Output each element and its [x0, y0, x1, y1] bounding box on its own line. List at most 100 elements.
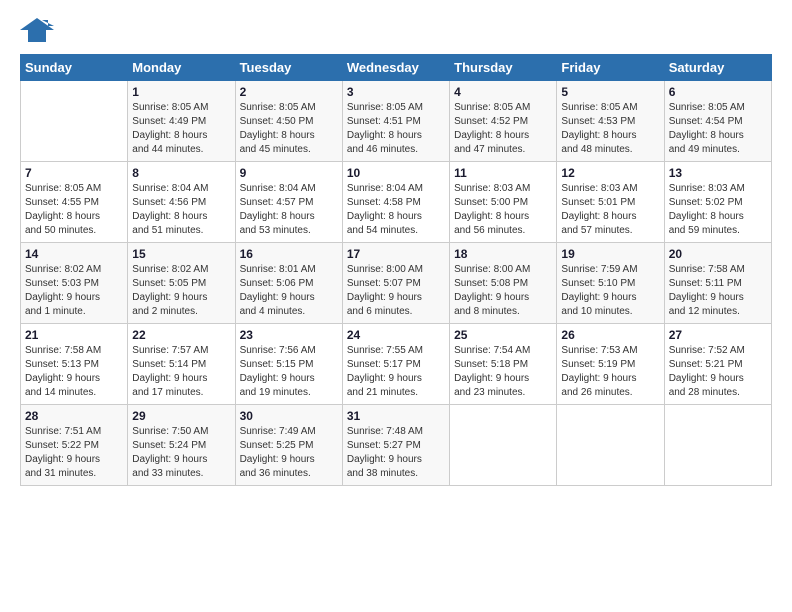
- calendar-week-3: 14 Sunrise: 8:02 AMSunset: 5:03 PMDayligh…: [21, 243, 772, 324]
- calendar-cell: 15 Sunrise: 8:02 AMSunset: 5:05 PMDayligh…: [128, 243, 235, 324]
- weekday-header-sunday: Sunday: [21, 55, 128, 81]
- calendar-cell: 19Sunrise: 7:59 AMSunset: 5:10 PMDayligh…: [557, 243, 664, 324]
- calendar-cell: 31 Sunrise: 7:48 AMSunset: 5:27 PMDayligh…: [342, 405, 449, 486]
- calendar-cell: 8 Sunrise: 8:04 AMSunset: 4:56 PMDaylight…: [128, 162, 235, 243]
- day-detail: Sunrise: 7:49 AMSunset: 5:25 PMDaylight:…: [240, 425, 338, 481]
- day-detail: Sunrise: 7:50 AMSunset: 5:24 PMDaylight:…: [132, 425, 230, 481]
- day-detail: Sunrise: 7:51 AMSunset: 5:22 PMDaylight:…: [25, 425, 123, 481]
- day-number: 8: [132, 166, 230, 180]
- day-detail: Sunrise: 8:03 AMSunset: 5:01 PMDaylight:…: [561, 182, 659, 238]
- day-detail: Sunrise: 8:03 AMSunset: 5:00 PMDaylight:…: [454, 182, 552, 238]
- calendar-cell: 6 Sunrise: 8:05 AMSunset: 4:54 PMDaylight…: [664, 81, 771, 162]
- day-number: 24: [347, 328, 445, 342]
- day-number: 31: [347, 409, 445, 423]
- calendar-week-4: 21 Sunrise: 7:58 AMSunset: 5:13 PMDayligh…: [21, 324, 772, 405]
- header: [20, 16, 772, 44]
- logo-icon: [20, 16, 54, 44]
- day-detail: Sunrise: 7:52 AMSunset: 5:21 PMDaylight:…: [669, 344, 767, 400]
- calendar-cell: 30 Sunrise: 7:49 AMSunset: 5:25 PMDayligh…: [235, 405, 342, 486]
- calendar-cell: 16 Sunrise: 8:01 AMSunset: 5:06 PMDayligh…: [235, 243, 342, 324]
- page: SundayMondayTuesdayWednesdayThursdayFrid…: [0, 0, 792, 496]
- weekday-row: SundayMondayTuesdayWednesdayThursdayFrid…: [21, 55, 772, 81]
- calendar-header: SundayMondayTuesdayWednesdayThursdayFrid…: [21, 55, 772, 81]
- day-number: 22: [132, 328, 230, 342]
- day-detail: Sunrise: 7:54 AMSunset: 5:18 PMDaylight:…: [454, 344, 552, 400]
- day-detail: Sunrise: 8:05 AMSunset: 4:55 PMDaylight:…: [25, 182, 123, 238]
- calendar-cell: 17 Sunrise: 8:00 AMSunset: 5:07 PMDayligh…: [342, 243, 449, 324]
- calendar-week-5: 28Sunrise: 7:51 AMSunset: 5:22 PMDayligh…: [21, 405, 772, 486]
- calendar-cell: 29 Sunrise: 7:50 AMSunset: 5:24 PMDayligh…: [128, 405, 235, 486]
- weekday-header-wednesday: Wednesday: [342, 55, 449, 81]
- day-number: 19: [561, 247, 659, 261]
- day-detail: Sunrise: 8:04 AMSunset: 4:58 PMDaylight:…: [347, 182, 445, 238]
- day-detail: Sunrise: 7:53 AMSunset: 5:19 PMDaylight:…: [561, 344, 659, 400]
- day-number: 11: [454, 166, 552, 180]
- weekday-header-friday: Friday: [557, 55, 664, 81]
- day-detail: Sunrise: 7:58 AMSunset: 5:13 PMDaylight:…: [25, 344, 123, 400]
- day-detail: Sunrise: 8:02 AMSunset: 5:03 PMDaylight:…: [25, 263, 123, 319]
- day-number: 25: [454, 328, 552, 342]
- day-number: 16: [240, 247, 338, 261]
- day-detail: Sunrise: 8:00 AMSunset: 5:07 PMDaylight:…: [347, 263, 445, 319]
- calendar-cell: 11 Sunrise: 8:03 AMSunset: 5:00 PMDayligh…: [450, 162, 557, 243]
- day-number: 3: [347, 85, 445, 99]
- day-number: 9: [240, 166, 338, 180]
- day-detail: Sunrise: 7:58 AMSunset: 5:11 PMDaylight:…: [669, 263, 767, 319]
- calendar-cell: 25 Sunrise: 7:54 AMSunset: 5:18 PMDayligh…: [450, 324, 557, 405]
- day-number: 2: [240, 85, 338, 99]
- day-number: 23: [240, 328, 338, 342]
- day-number: 17: [347, 247, 445, 261]
- weekday-header-monday: Monday: [128, 55, 235, 81]
- day-number: 7: [25, 166, 123, 180]
- calendar-table: SundayMondayTuesdayWednesdayThursdayFrid…: [20, 54, 772, 486]
- day-detail: Sunrise: 8:05 AMSunset: 4:53 PMDaylight:…: [561, 101, 659, 157]
- day-detail: Sunrise: 8:04 AMSunset: 4:56 PMDaylight:…: [132, 182, 230, 238]
- day-detail: Sunrise: 7:55 AMSunset: 5:17 PMDaylight:…: [347, 344, 445, 400]
- day-number: 21: [25, 328, 123, 342]
- calendar-cell: [450, 405, 557, 486]
- day-detail: Sunrise: 8:03 AMSunset: 5:02 PMDaylight:…: [669, 182, 767, 238]
- calendar-cell: 5 Sunrise: 8:05 AMSunset: 4:53 PMDaylight…: [557, 81, 664, 162]
- calendar-cell: 28Sunrise: 7:51 AMSunset: 5:22 PMDayligh…: [21, 405, 128, 486]
- day-detail: Sunrise: 7:56 AMSunset: 5:15 PMDaylight:…: [240, 344, 338, 400]
- day-number: 26: [561, 328, 659, 342]
- calendar-cell: 18Sunrise: 8:00 AMSunset: 5:08 PMDayligh…: [450, 243, 557, 324]
- day-number: 15: [132, 247, 230, 261]
- day-detail: Sunrise: 7:57 AMSunset: 5:14 PMDaylight:…: [132, 344, 230, 400]
- day-number: 13: [669, 166, 767, 180]
- day-detail: Sunrise: 8:05 AMSunset: 4:52 PMDaylight:…: [454, 101, 552, 157]
- day-detail: Sunrise: 8:05 AMSunset: 4:54 PMDaylight:…: [669, 101, 767, 157]
- calendar-week-1: 1Sunrise: 8:05 AMSunset: 4:49 PMDaylight…: [21, 81, 772, 162]
- day-detail: Sunrise: 7:48 AMSunset: 5:27 PMDaylight:…: [347, 425, 445, 481]
- calendar-cell: 10Sunrise: 8:04 AMSunset: 4:58 PMDayligh…: [342, 162, 449, 243]
- calendar-cell: [21, 81, 128, 162]
- weekday-header-tuesday: Tuesday: [235, 55, 342, 81]
- day-number: 14: [25, 247, 123, 261]
- day-number: 5: [561, 85, 659, 99]
- calendar-cell: 12Sunrise: 8:03 AMSunset: 5:01 PMDayligh…: [557, 162, 664, 243]
- calendar-cell: [664, 405, 771, 486]
- calendar-cell: 7 Sunrise: 8:05 AMSunset: 4:55 PMDaylight…: [21, 162, 128, 243]
- day-detail: Sunrise: 8:04 AMSunset: 4:57 PMDaylight:…: [240, 182, 338, 238]
- calendar-cell: 22 Sunrise: 7:57 AMSunset: 5:14 PMDayligh…: [128, 324, 235, 405]
- calendar-cell: 2Sunrise: 8:05 AMSunset: 4:50 PMDaylight…: [235, 81, 342, 162]
- day-number: 29: [132, 409, 230, 423]
- day-detail: Sunrise: 8:00 AMSunset: 5:08 PMDaylight:…: [454, 263, 552, 319]
- day-number: 1: [132, 85, 230, 99]
- calendar-cell: 21 Sunrise: 7:58 AMSunset: 5:13 PMDayligh…: [21, 324, 128, 405]
- calendar-cell: 26 Sunrise: 7:53 AMSunset: 5:19 PMDayligh…: [557, 324, 664, 405]
- weekday-header-saturday: Saturday: [664, 55, 771, 81]
- day-detail: Sunrise: 8:01 AMSunset: 5:06 PMDaylight:…: [240, 263, 338, 319]
- calendar-cell: 1Sunrise: 8:05 AMSunset: 4:49 PMDaylight…: [128, 81, 235, 162]
- day-number: 6: [669, 85, 767, 99]
- calendar-cell: 23 Sunrise: 7:56 AMSunset: 5:15 PMDayligh…: [235, 324, 342, 405]
- day-detail: Sunrise: 8:02 AMSunset: 5:05 PMDaylight:…: [132, 263, 230, 319]
- calendar-cell: 4 Sunrise: 8:05 AMSunset: 4:52 PMDaylight…: [450, 81, 557, 162]
- calendar-body: 1Sunrise: 8:05 AMSunset: 4:49 PMDaylight…: [21, 81, 772, 486]
- day-number: 30: [240, 409, 338, 423]
- calendar-cell: 27 Sunrise: 7:52 AMSunset: 5:21 PMDayligh…: [664, 324, 771, 405]
- calendar-cell: [557, 405, 664, 486]
- day-detail: Sunrise: 8:05 AMSunset: 4:51 PMDaylight:…: [347, 101, 445, 157]
- day-number: 4: [454, 85, 552, 99]
- day-number: 27: [669, 328, 767, 342]
